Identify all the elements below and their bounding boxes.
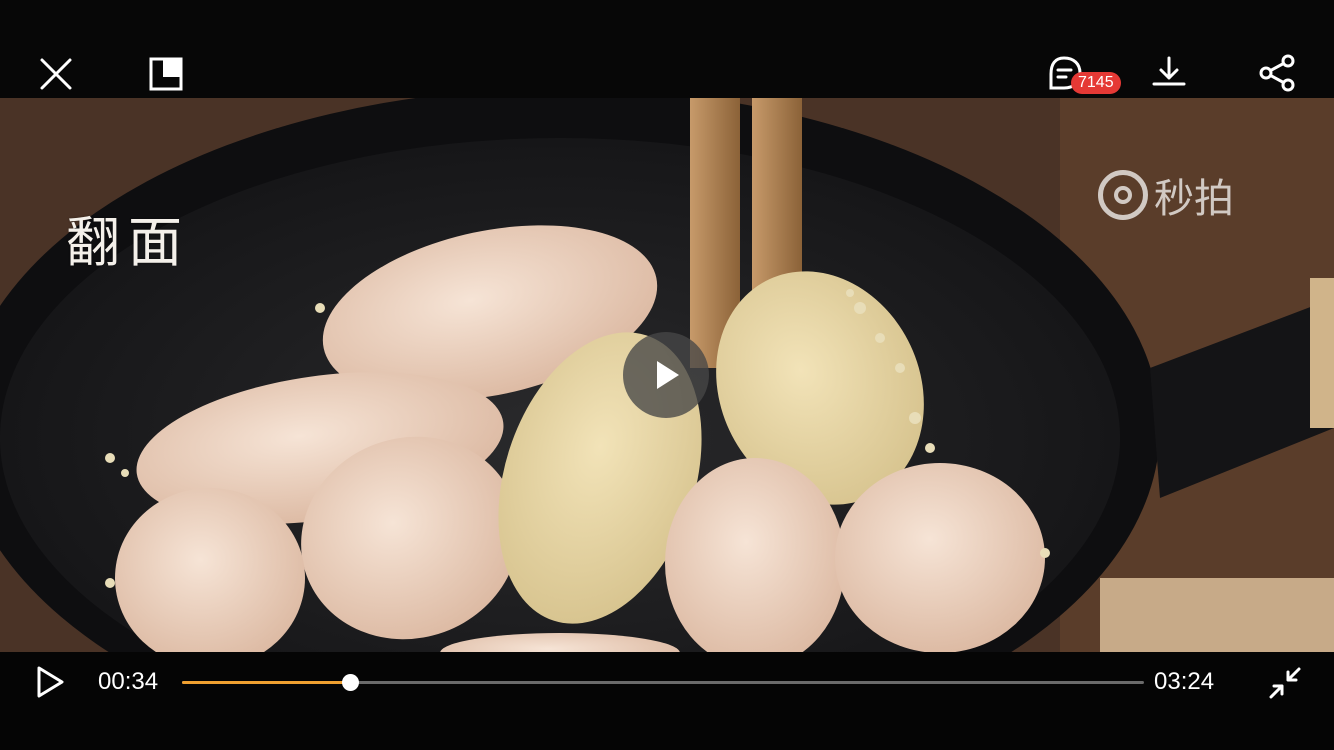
- share-button[interactable]: [1254, 50, 1300, 96]
- playback-controls: 00:34 03:24: [0, 652, 1334, 750]
- top-bar: 7145: [0, 0, 1334, 98]
- play-icon: [657, 361, 679, 389]
- download-icon: [1152, 56, 1186, 86]
- total-time: 03:24: [1154, 668, 1215, 695]
- current-time: 00:34: [98, 668, 159, 695]
- progress-thumb[interactable]: [342, 674, 360, 691]
- picture-in-picture-icon: [149, 57, 183, 91]
- watermark-text: 秒拍: [1154, 176, 1234, 222]
- progress-bar[interactable]: [182, 674, 1144, 691]
- close-icon: [40, 58, 72, 90]
- share-icon: [1259, 54, 1295, 92]
- comment-count-badge: 7145: [1071, 72, 1121, 94]
- close-button[interactable]: [34, 52, 78, 96]
- exit-fullscreen-icon: [1269, 667, 1301, 699]
- center-play-button[interactable]: [623, 332, 709, 418]
- video-player: 7145 翻面 秒拍 00:34 03:24: [0, 0, 1334, 750]
- video-frame[interactable]: 翻面 秒拍: [0, 98, 1334, 652]
- watermark: 秒拍: [1098, 168, 1234, 222]
- play-button[interactable]: [30, 662, 70, 702]
- picture-in-picture-button[interactable]: [144, 52, 188, 96]
- progress-fill: [182, 681, 351, 684]
- video-caption: 翻面: [66, 211, 190, 274]
- exit-fullscreen-button[interactable]: [1264, 662, 1306, 704]
- download-button[interactable]: [1146, 50, 1192, 96]
- watermark-logo-icon: [1098, 170, 1148, 220]
- play-icon: [37, 666, 64, 698]
